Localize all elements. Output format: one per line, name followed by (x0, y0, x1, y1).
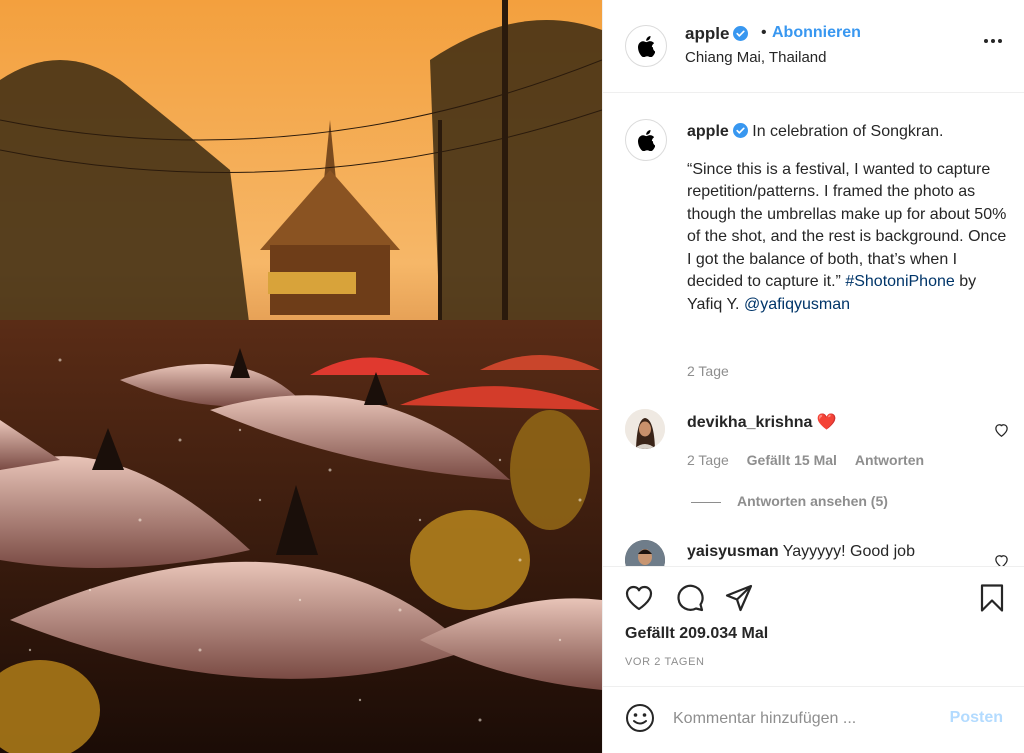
avatar[interactable] (625, 409, 665, 449)
follow-button[interactable]: Abonnieren (772, 24, 861, 42)
caption-avatar[interactable] (625, 119, 667, 161)
verified-badge-icon (733, 26, 749, 41)
comment-author[interactable]: devikha_krishna (687, 414, 812, 431)
hashtag-link[interactable]: #ShotoniPhone (845, 273, 954, 290)
comment-icon[interactable] (675, 583, 705, 613)
view-replies-label[interactable]: Antworten ansehen (5) (737, 493, 888, 509)
comments-list[interactable]: apple In celebration of Songkran. “Since… (603, 94, 1024, 566)
post-photo[interactable] (0, 0, 602, 753)
comment-body: ❤️ (816, 414, 837, 431)
caption-author[interactable]: apple (687, 123, 729, 140)
reply-button[interactable]: Antworten (855, 452, 924, 468)
replies-divider (691, 501, 721, 503)
post-side-panel: apple • Abonnieren Chiang Mai, Thailand … (602, 0, 1024, 753)
more-options-icon[interactable] (983, 38, 1003, 44)
comment-text: yaisyusman Yayyyyy! Good job (687, 543, 915, 561)
post-timestamp[interactable]: VOR 2 TAGEN (625, 656, 705, 668)
post-author-name[interactable]: apple (685, 24, 729, 43)
mention-link[interactable]: @yafiqyusman (744, 296, 850, 313)
add-comment-bar: Posten (603, 686, 1024, 753)
separator-dot: • (761, 24, 767, 41)
comment-timestamp[interactable]: 2 Tage (687, 452, 729, 468)
comment-body: Yayyyyy! Good job (782, 543, 915, 560)
post-caption: apple In celebration of Songkran. “Since… (687, 121, 1013, 316)
post-location[interactable]: Chiang Mai, Thailand (685, 49, 826, 66)
apple-logo-icon (638, 129, 655, 151)
view-replies-button[interactable]: Antworten ansehen (5) (691, 493, 888, 509)
comment-input[interactable] (673, 706, 933, 732)
verified-badge-icon (732, 123, 748, 138)
comment-likes[interactable]: Gefällt 15 Mal (747, 452, 837, 468)
comment-text: devikha_krishna ❤️ (687, 412, 837, 432)
post-comment-button[interactable]: Posten (950, 709, 1003, 727)
post-header: apple • Abonnieren Chiang Mai, Thailand (603, 0, 1024, 93)
avatar[interactable] (625, 540, 665, 566)
emoji-icon[interactable] (625, 703, 655, 733)
post-actions: Gefällt 209.034 Mal VOR 2 TAGEN (603, 566, 1024, 686)
likes-count[interactable]: Gefällt 209.034 Mal (625, 625, 768, 643)
caption-first-line: In celebration of Songkran. (752, 123, 944, 140)
heart-icon[interactable] (624, 583, 654, 613)
share-icon[interactable] (724, 583, 754, 613)
caption-body: “Since this is a festival, I wanted to c… (687, 160, 1007, 291)
heart-icon[interactable] (994, 554, 1009, 566)
comment-meta: 2 Tage Gefällt 15 Mal Antworten (687, 452, 938, 468)
avatar[interactable] (625, 25, 667, 67)
heart-icon[interactable] (994, 423, 1009, 437)
post-author[interactable]: apple (685, 24, 749, 44)
apple-logo-icon (638, 35, 655, 57)
comment-author[interactable]: yaisyusman (687, 543, 779, 560)
caption-timestamp[interactable]: 2 Tage (687, 363, 729, 379)
bookmark-icon[interactable] (977, 583, 1007, 613)
